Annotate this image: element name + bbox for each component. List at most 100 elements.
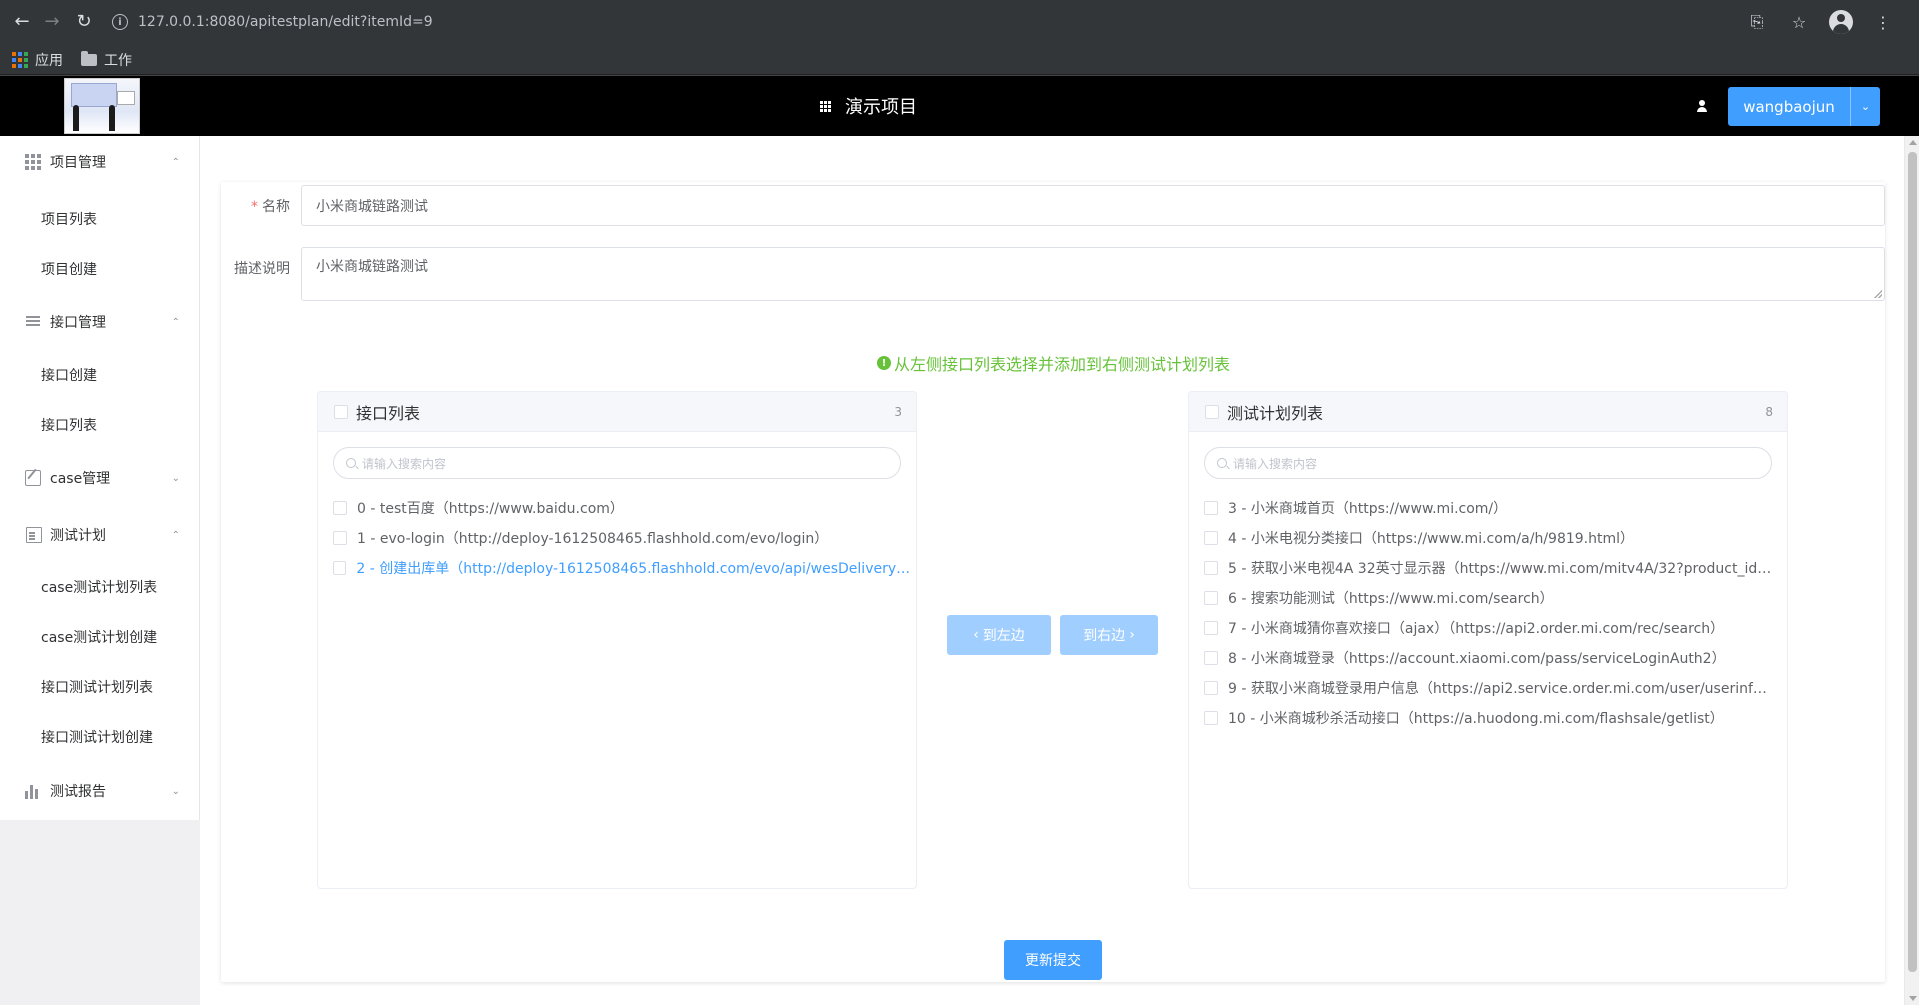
scroll-down-icon[interactable] [1909,996,1917,1001]
apps-grid-icon [12,51,28,68]
to-right-button[interactable]: 到右边 › [1060,615,1158,655]
sidebar-item-project-list[interactable]: 项目列表 [41,210,97,230]
select-all-checkbox[interactable] [1205,405,1219,419]
list-item[interactable]: 10 - 小米商城秒杀活动接口（https://a.huodong.mi.com… [1204,708,1774,728]
chevron-down-icon: ⌄ [171,472,180,484]
select-all-checkbox[interactable] [334,405,348,419]
sidebar-item-project-create[interactable]: 项目创建 [41,260,97,280]
item-checkbox[interactable] [1204,681,1218,695]
description-label: 描述说明 [234,261,290,277]
sidebar-group-report[interactable]: 测试报告 ⌄ [0,765,200,817]
item-checkbox[interactable] [1204,591,1218,605]
browser-menu-icon[interactable]: ⋮ [1871,10,1895,34]
hint-text: 从左侧接口列表选择并添加到右侧测试计划列表 [894,355,1231,374]
transfer-panel-left: 接口列表 3 请输入搜索内容 0 - test百度（https://www.ba… [317,391,917,889]
panel-count: 8 [1765,404,1773,419]
search-icon [346,458,356,468]
logo[interactable] [64,78,140,134]
sidebar-group-label: 测试报告 [50,784,106,800]
description-text[interactable]: 小米商城链路测试 [316,256,428,276]
resize-handle[interactable] [1874,290,1882,298]
list-item[interactable]: 9 - 获取小米商城登录用户信息（https://api2.service.or… [1204,678,1774,698]
description-textarea[interactable]: 小米商城链路测试 [301,247,1885,301]
project-title: 演示项目 [845,97,917,118]
page-scrollbar[interactable] [1904,136,1919,1005]
sidebar-group-label: 项目管理 [50,155,106,171]
sidebar-group-project[interactable]: 项目管理 ⌃ [0,136,200,188]
sidebar-group-api[interactable]: 接口管理 ⌃ [0,296,200,348]
scroll-thumb[interactable] [1908,152,1917,972]
item-checkbox[interactable] [1204,561,1218,575]
grid-icon [820,100,831,112]
list-item[interactable]: 3 - 小米商城首页（https://www.mi.com/） [1204,498,1774,518]
username[interactable]: wangbaojun [1728,87,1850,126]
browser-toolbar-right: ⎘ ☆ ⋮ [1745,10,1895,34]
list-item[interactable]: 7 - 小米商城猜你喜欢接口（ajax）（https://api2.order.… [1204,618,1774,638]
address-bar[interactable]: i 127.0.0.1:8080/apitestplan/edit?itemId… [112,8,433,36]
bookmarks-bar: 应用 工作 [0,44,1919,75]
item-checkbox[interactable] [333,501,347,515]
list-icon [25,314,41,330]
search-input[interactable]: 请输入搜索内容 [1204,447,1772,479]
sidebar-group-label: 接口管理 [50,315,106,331]
search-icon [1217,458,1227,468]
sidebar-item-api-list[interactable]: 接口列表 [41,416,97,436]
sidebar-item-api-create[interactable]: 接口创建 [41,366,97,386]
url-text[interactable]: 127.0.0.1:8080/apitestplan/edit?itemId=9 [138,14,433,30]
transfer-panel-right: 测试计划列表 8 请输入搜索内容 3 - 小米商城首页（https://www.… [1188,391,1788,889]
address-bar-row: ← → ↻ i 127.0.0.1:8080/apitestplan/edit?… [0,0,1919,44]
list-item[interactable]: 8 - 小米商城登录（https://account.xiaomi.com/pa… [1204,648,1774,668]
item-checkbox[interactable] [1204,531,1218,545]
list-item[interactable]: 5 - 获取小米电视4A 32英寸显示器（https://www.mi.com/… [1204,558,1774,578]
profile-avatar-icon[interactable] [1829,10,1853,34]
translate-icon[interactable]: ⎘ [1745,10,1769,34]
to-left-button[interactable]: ‹ 到左边 [947,615,1051,655]
list-item[interactable]: 6 - 搜索功能测试（https://www.mi.com/search） [1204,588,1774,608]
reload-icon[interactable]: ↻ [72,10,96,34]
item-checkbox[interactable] [333,561,347,575]
chevron-down-icon: ⌄ [171,785,180,797]
name-input[interactable]: 小米商城链路测试 [301,185,1885,226]
item-checkbox[interactable] [1204,651,1218,665]
sidebar-group-case[interactable]: case管理 ⌄ [0,452,200,504]
browser-chrome: ← → ↻ i 127.0.0.1:8080/apitestplan/edit?… [0,0,1919,75]
chevron-down-icon[interactable]: ⌄ [1850,87,1880,126]
search-placeholder: 请输入搜索内容 [1233,456,1318,471]
panel-title: 测试计划列表 [1227,403,1324,423]
bookmark-apps[interactable]: 应用 [12,50,63,70]
panel-title: 接口列表 [356,403,421,423]
item-checkbox[interactable] [1204,621,1218,635]
sidebar-item-case-plan-list[interactable]: case测试计划列表 [41,578,157,598]
sidebar: 项目管理 ⌃ 项目列表 项目创建 接口管理 ⌃ 接口创建 接口列表 case管理… [0,136,200,1005]
submit-button[interactable]: 更新提交 [1004,940,1102,980]
bookmark-label: 工作 [104,52,132,69]
item-checkbox[interactable] [333,531,347,545]
bookmark-work-folder[interactable]: 工作 [81,50,132,70]
panel-header: 接口列表 3 [318,392,916,432]
search-input[interactable]: 请输入搜索内容 [333,447,901,479]
sidebar-item-api-plan-list[interactable]: 接口测试计划列表 [41,678,153,698]
sidebar-item-api-plan-create[interactable]: 接口测试计划创建 [41,728,153,748]
item-checkbox[interactable] [1204,711,1218,725]
back-icon[interactable]: ← [10,10,34,34]
project-switcher[interactable]: 演示项目 [820,76,917,136]
info-icon: ! [877,356,891,370]
scroll-up-icon[interactable] [1909,140,1917,145]
list-item[interactable]: 1 - evo-login（http://deploy-1612508465.f… [333,528,913,548]
list-item[interactable]: 0 - test百度（https://www.baidu.com） [333,498,913,518]
folder-icon [81,50,97,66]
item-checkbox[interactable] [1204,501,1218,515]
user-dropdown-button[interactable]: wangbaojun ⌄ [1728,87,1880,126]
name-label: * 名称 [251,199,290,215]
site-info-icon[interactable]: i [112,14,128,30]
forward-icon[interactable]: → [40,10,64,34]
bookmark-star-icon[interactable]: ☆ [1787,10,1811,34]
sidebar-group-test-plan[interactable]: 测试计划 ⌃ [0,509,200,561]
app-header: 演示项目 wangbaojun ⌄ [0,75,1919,136]
sidebar-item-case-plan-create[interactable]: case测试计划创建 [41,628,157,648]
list-item[interactable]: 2 - 创建出库单（http://deploy-1612508465.flash… [333,558,916,578]
sidebar-group-label: 测试计划 [50,528,106,544]
user-icon [1696,100,1708,112]
grid-icon [25,154,41,170]
list-item[interactable]: 4 - 小米电视分类接口（https://www.mi.com/a/h/9819… [1204,528,1774,548]
